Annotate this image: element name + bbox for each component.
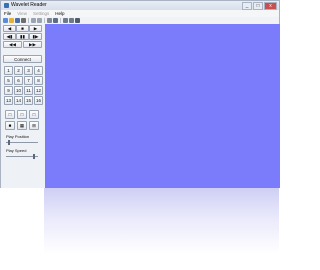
print-icon[interactable]: [21, 18, 26, 23]
minimize-button[interactable]: _: [242, 2, 252, 10]
cut-icon[interactable]: [31, 18, 36, 23]
channel-button-2[interactable]: 2: [14, 66, 23, 75]
layout-double-button[interactable]: □: [17, 110, 27, 119]
maximize-button[interactable]: □: [253, 2, 263, 10]
open-folder-icon[interactable]: [9, 18, 14, 23]
menu-help[interactable]: Help: [52, 10, 67, 17]
toolbar-separator: [28, 18, 29, 23]
channel-button-12[interactable]: 12: [34, 86, 43, 95]
play-button[interactable]: ▶: [29, 25, 42, 32]
channel-button-8[interactable]: 8: [34, 76, 43, 85]
eye-icon[interactable]: [53, 18, 58, 23]
layout-quad-button[interactable]: ■: [5, 121, 15, 130]
channel-button-4[interactable]: 4: [34, 66, 43, 75]
app-icon: [4, 3, 9, 8]
toolbar-separator: [44, 18, 45, 23]
channel-button-6[interactable]: 6: [14, 76, 23, 85]
channel-button-3[interactable]: 3: [24, 66, 33, 75]
close-button[interactable]: x: [264, 2, 277, 10]
window-reflection: [44, 188, 279, 270]
channel-button-14[interactable]: 14: [14, 96, 23, 105]
channel-button-15[interactable]: 15: [24, 96, 33, 105]
play-backward-button[interactable]: ◀: [3, 25, 16, 32]
step-forward-button[interactable]: ▮▶: [29, 33, 42, 40]
rewind-button[interactable]: ◀◀: [3, 41, 22, 48]
fast-forward-button[interactable]: ▶▶: [23, 41, 42, 48]
app-window: Wavelet Reader _ □ x File View Settings …: [0, 0, 280, 188]
save-icon[interactable]: [15, 18, 20, 23]
step-back-button[interactable]: ◀▮: [3, 33, 16, 40]
camera-icon[interactable]: [75, 18, 80, 23]
title-bar: Wavelet Reader _ □ x: [1, 1, 279, 10]
control-panel: ◀ ■ ▶ ◀▮ ▮▮ ▮▶ ◀◀ ▶▶ Connect 1 2 3 4 5 6 7 8 9 10…: [1, 24, 46, 188]
toolbar-separator: [60, 18, 61, 23]
window-controls: _ □ x: [242, 2, 277, 10]
connect-button[interactable]: Connect: [3, 55, 42, 63]
channel-button-11[interactable]: 11: [24, 86, 33, 95]
channel-button-1[interactable]: 1: [4, 66, 13, 75]
menu-view[interactable]: View: [14, 10, 30, 17]
layout-nine-button[interactable]: ▦: [17, 121, 27, 130]
channel-button-5[interactable]: 5: [4, 76, 13, 85]
menu-bar: File View Settings Help: [1, 10, 279, 17]
menu-settings[interactable]: Settings: [30, 10, 52, 17]
play-speed-thumb[interactable]: [33, 154, 35, 159]
channel-button-13[interactable]: 13: [4, 96, 13, 105]
pointer-icon[interactable]: [47, 18, 52, 23]
channel-button-7[interactable]: 7: [24, 76, 33, 85]
layout-single-button[interactable]: □: [5, 110, 15, 119]
help-icon[interactable]: [37, 18, 42, 23]
play-position-label: Play Position: [6, 134, 30, 139]
layout-triple-button[interactable]: □: [29, 110, 39, 119]
play-speed-label: Play Speed: [6, 148, 27, 153]
zoom-icon[interactable]: [63, 18, 68, 23]
pause-button[interactable]: ▮▮: [16, 33, 29, 40]
new-file-icon[interactable]: [3, 18, 8, 23]
play-position-thumb[interactable]: [7, 140, 10, 145]
channel-button-9[interactable]: 9: [4, 86, 13, 95]
play-position-track[interactable]: [6, 142, 38, 143]
menu-file[interactable]: File: [1, 10, 14, 17]
channel-button-10[interactable]: 10: [14, 86, 23, 95]
stop-button[interactable]: ■: [16, 25, 29, 32]
grid-icon[interactable]: [69, 18, 74, 23]
layout-sixteen-button[interactable]: ⊞: [29, 121, 39, 130]
video-viewport[interactable]: [45, 24, 280, 188]
channel-button-16[interactable]: 16: [34, 96, 43, 105]
window-title: Wavelet Reader: [11, 2, 47, 8]
